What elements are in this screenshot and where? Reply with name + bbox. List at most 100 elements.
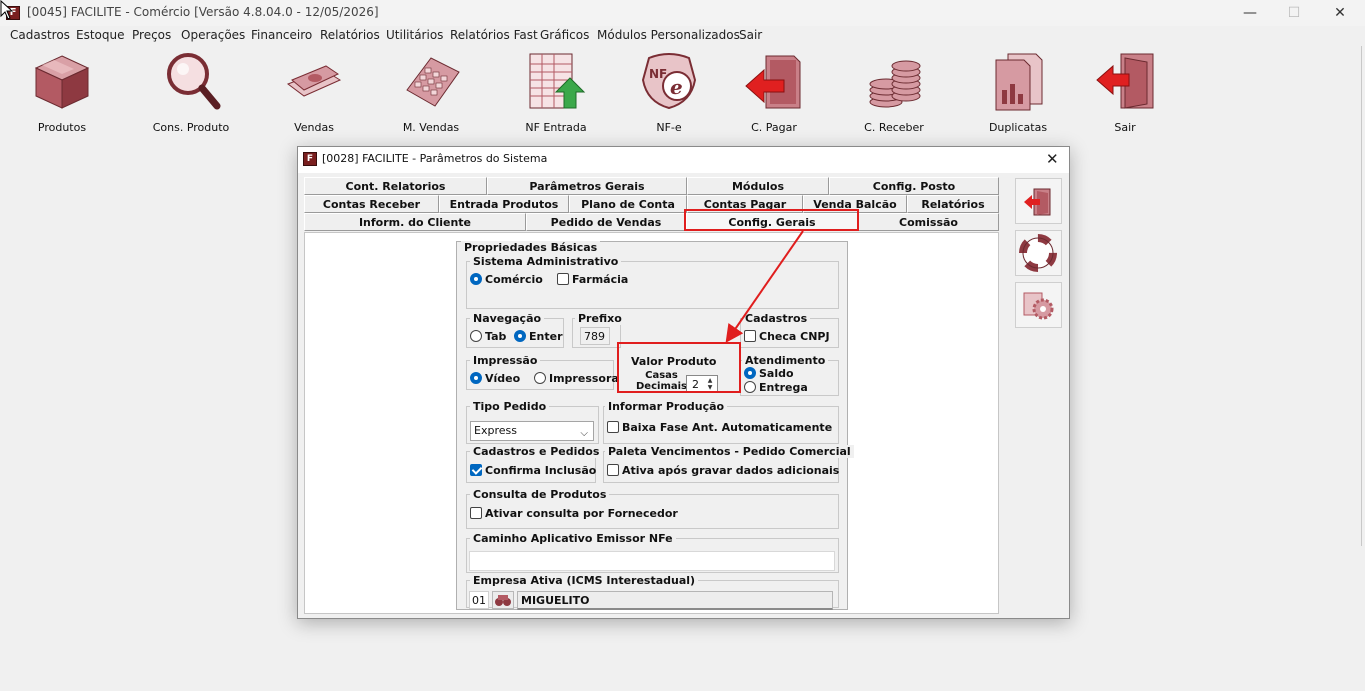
check-confirma-inclusao[interactable]: Confirma Inclusão xyxy=(470,464,596,478)
menu-estoque[interactable]: Estoque xyxy=(76,28,125,42)
toolbar-c-pagar[interactable]: C. Pagar xyxy=(724,46,824,140)
atendimento-group: Atendimento Saldo Entrega xyxy=(740,354,839,396)
tab-comissao[interactable]: Comissão xyxy=(858,213,999,231)
menu-financeiro[interactable]: Financeiro xyxy=(251,28,312,42)
check-consulta-fornecedor[interactable]: Ativar consulta por Fornecedor xyxy=(470,507,678,521)
toolbar-c-receber[interactable]: C. Receber xyxy=(844,46,944,140)
check-baixa-fase[interactable]: Baixa Fase Ant. Automaticamente xyxy=(607,421,832,435)
dialog-exit-button[interactable] xyxy=(1015,178,1062,224)
highlight-config-gerais xyxy=(684,209,859,231)
empresa-code-field[interactable]: 01 xyxy=(469,591,489,609)
check-confirma-inclusao-label: Confirma Inclusão xyxy=(485,464,597,477)
spreadsheet-arrow-up-icon xyxy=(529,53,586,109)
impressao-group: Impressão Vídeo Impressora xyxy=(466,354,619,390)
prefixo-field[interactable]: 789 xyxy=(580,327,610,345)
toolbar-nfe[interactable]: NF e NF-e xyxy=(619,46,719,140)
sistema-administrativo-group: Sistema Administrativo Comércio Farmácia xyxy=(466,255,839,309)
tab-modulos[interactable]: Módulos xyxy=(687,177,829,195)
tab-entrada-produtos[interactable]: Entrada Produtos xyxy=(439,195,569,213)
maximize-button[interactable]: ☐ xyxy=(1284,4,1304,22)
radio-video[interactable]: Vídeo xyxy=(470,372,520,386)
scroll-edge xyxy=(1361,46,1362,546)
menu-operacoes[interactable]: Operações xyxy=(181,28,245,42)
minimize-button[interactable]: — xyxy=(1240,4,1260,22)
impressao-label: Impressão xyxy=(470,354,541,367)
tab-inform-do-cliente[interactable]: Inform. do Cliente xyxy=(304,213,526,231)
tab-relatorios[interactable]: Relatórios xyxy=(907,195,999,213)
menubar: Cadastros Estoque Preços Operações Finan… xyxy=(0,26,1365,46)
tab-parametros-gerais[interactable]: Parâmetros Gerais xyxy=(487,177,687,195)
facilite-icon: F xyxy=(303,152,317,166)
dialog-config-button[interactable] xyxy=(1015,282,1062,328)
radio-impressora[interactable]: Impressora xyxy=(534,372,619,386)
prefixo-group: Prefixo 789 xyxy=(572,312,625,348)
atendimento-label: Atendimento xyxy=(742,354,829,367)
check-checa-cnpj[interactable]: Checa CNPJ xyxy=(744,330,830,344)
menu-graficos[interactable]: Gráficos xyxy=(540,28,589,42)
toolbar-label: Sair xyxy=(1114,121,1136,134)
highlight-valor-produto xyxy=(617,342,741,393)
check-ativa-apos-gravar[interactable]: Ativa após gravar dados adicionais xyxy=(607,464,839,478)
radio-impressora-label: Impressora xyxy=(549,372,619,385)
radio-saldo[interactable]: Saldo xyxy=(744,367,794,381)
lookup-button[interactable] xyxy=(492,591,514,609)
radio-enter-label: Enter xyxy=(529,330,563,343)
tab-contas-receber[interactable]: Contas Receber xyxy=(304,195,439,213)
tab-config-posto[interactable]: Config. Posto xyxy=(829,177,999,195)
dialog-help-button[interactable] xyxy=(1015,230,1062,276)
radio-selected-icon xyxy=(470,372,482,384)
radio-entrega-label: Entrega xyxy=(759,381,808,394)
toolbar-label: Cons. Produto xyxy=(152,121,230,134)
toolbar-label: C. Pagar xyxy=(751,121,797,134)
navegacao-label: Navegação xyxy=(470,312,545,325)
caminho-nfe-group: Caminho Aplicativo Emissor NFe xyxy=(466,532,839,573)
tab-pedido-de-vendas[interactable]: Pedido de Vendas xyxy=(526,213,686,231)
dialog-close-button[interactable]: ✕ xyxy=(1046,150,1059,168)
tab-cont-relatorios[interactable]: Cont. Relatorios xyxy=(304,177,487,195)
radio-comercio[interactable]: Comércio xyxy=(470,273,543,287)
menu-utilitarios[interactable]: Utilitários xyxy=(386,28,443,42)
toolbar-sair[interactable]: Sair xyxy=(1075,46,1175,140)
consulta-produtos-label: Consulta de Produtos xyxy=(470,488,610,501)
close-button[interactable]: ✕ xyxy=(1330,4,1350,22)
menu-cadastros[interactable]: Cadastros xyxy=(10,28,70,42)
propriedades-basicas-group: Propriedades Básicas Sistema Administrat… xyxy=(456,241,854,610)
radio-entrega[interactable]: Entrega xyxy=(744,381,808,395)
menu-modulos-personalizados[interactable]: Módulos Personalizados xyxy=(597,28,740,42)
check-consulta-fornecedor-label: Ativar consulta por Fornecedor xyxy=(485,507,678,520)
tab-strip: Cont. Relatorios Parâmetros Gerais Módul… xyxy=(304,177,999,231)
menu-relatorios[interactable]: Relatórios xyxy=(320,28,380,42)
menu-precos[interactable]: Preços xyxy=(132,28,171,42)
radio-tab-label: Tab xyxy=(485,330,507,343)
radio-enter[interactable]: Enter xyxy=(514,330,563,344)
document-arrow-left-icon xyxy=(745,55,801,109)
tab-plano-de-conta[interactable]: Plano de Conta xyxy=(569,195,687,213)
check-farmacia[interactable]: Farmácia xyxy=(557,273,628,287)
radio-icon xyxy=(470,330,482,342)
toolbar-m-vendas[interactable]: M. Vendas xyxy=(381,46,481,140)
exit-door-icon xyxy=(1096,53,1154,109)
toolbar-label: Produtos xyxy=(37,121,87,134)
tipo-pedido-select[interactable]: Express ⌵ xyxy=(470,421,594,441)
money-icon xyxy=(286,65,342,97)
caminho-nfe-input[interactable] xyxy=(469,551,835,571)
radio-tab[interactable]: Tab xyxy=(470,330,506,344)
toolbar-label: C. Receber xyxy=(864,121,924,134)
toolbar-produtos[interactable]: Produtos xyxy=(12,46,112,140)
radio-icon xyxy=(744,381,756,393)
menu-relatorios-fast[interactable]: Relatórios Fast xyxy=(450,28,538,42)
checkbox-checked-icon xyxy=(470,464,482,476)
tipo-pedido-value: Express xyxy=(474,424,517,437)
sistema-administrativo-label: Sistema Administrativo xyxy=(470,255,622,268)
checkbox-icon xyxy=(557,273,569,285)
toolbar-vendas[interactable]: Vendas xyxy=(264,46,364,140)
toolbar-duplicatas[interactable]: Duplicatas xyxy=(968,46,1068,140)
radio-selected-icon xyxy=(470,273,482,285)
toolbar-nf-entrada[interactable]: NF Entrada xyxy=(506,46,606,140)
duplicate-docs-icon xyxy=(995,53,1043,111)
menu-sair[interactable]: Sair xyxy=(739,28,762,42)
toolbar-cons-produto[interactable]: Cons. Produto xyxy=(141,46,241,140)
binoculars-icon xyxy=(495,595,511,606)
cadastros-pedidos-label: Cadastros e Pedidos xyxy=(470,445,603,458)
empresa-ativa-label: Empresa Ativa (ICMS Interestadual) xyxy=(470,574,699,587)
